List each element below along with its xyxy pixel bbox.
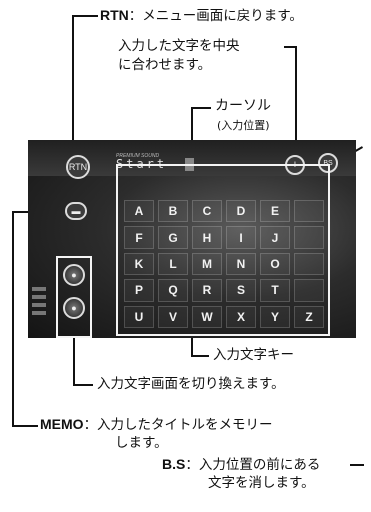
keyboard-grid: ABCDE FGHIJ KLMNO PQRST UVWXYZ (122, 198, 326, 330)
memo-leader-bottom (12, 425, 38, 427)
bs-leader-h (350, 464, 364, 466)
key-blank-11 (294, 226, 324, 249)
center-leader-v (295, 46, 297, 146)
side-indicator-2 (32, 295, 46, 299)
key-t[interactable]: T (260, 279, 290, 302)
key-l[interactable]: L (158, 252, 188, 276)
cursor-leader-h (191, 107, 211, 109)
key-a[interactable]: A (124, 200, 154, 223)
key-i[interactable]: I (226, 226, 256, 249)
switch-button-upper[interactable]: ● (63, 264, 85, 286)
rtn-leader-h (72, 15, 98, 17)
memo-icon: ▬ (71, 206, 81, 216)
cursor-annotation: カーソル (215, 98, 271, 114)
key-o[interactable]: O (260, 252, 290, 276)
center-annotation-line2: に合わせます。 (118, 57, 212, 73)
switch-icon-lower: ● (71, 303, 77, 313)
key-v[interactable]: V (158, 305, 188, 328)
key-d[interactable]: D (226, 200, 256, 223)
switch-icon-upper: ● (71, 270, 77, 280)
key-c[interactable]: C (192, 200, 222, 223)
rtn-leader-v (72, 15, 74, 155)
key-j[interactable]: J (260, 226, 290, 249)
key-g[interactable]: G (158, 226, 188, 249)
key-y[interactable]: Y (260, 305, 290, 328)
keys-annotation: 入力文字キー (213, 347, 294, 363)
switch-button-lower[interactable]: ● (63, 297, 85, 319)
memo-desc: ：入力したタイトルをメモリー (83, 417, 273, 433)
rtn-key-label: RTN (100, 7, 129, 23)
key-blank-17 (294, 252, 324, 276)
key-n[interactable]: N (226, 252, 256, 276)
switch-leader-v (73, 332, 75, 385)
key-blank-23 (294, 279, 324, 302)
key-h[interactable]: H (192, 226, 222, 249)
side-indicator-1 (32, 287, 46, 291)
memo-key-label: MEMO (40, 416, 84, 432)
side-indicator-3 (32, 303, 46, 307)
key-f[interactable]: F (124, 226, 154, 249)
center-annotation-line1: 入力した文字を中央 (118, 38, 240, 54)
key-u[interactable]: U (124, 305, 154, 328)
cursor-sub-annotation: (入力位置) (217, 119, 270, 132)
key-k[interactable]: K (124, 252, 154, 276)
keys-leader-v (191, 336, 193, 356)
rtn-desc: ：メニュー画面に戻ります。 (128, 8, 303, 24)
bs-desc: ：入力位置の前にある (185, 457, 321, 473)
rtn-button[interactable]: RTN (66, 155, 90, 179)
keys-leader-h (191, 355, 209, 357)
memo-button[interactable]: ▬ (65, 202, 87, 220)
switch-annotation: 入力文字画面を切り換えます。 (97, 376, 285, 392)
key-w[interactable]: W (192, 305, 222, 328)
key-p[interactable]: P (124, 279, 154, 302)
key-s[interactable]: S (226, 279, 256, 302)
switch-leader-h (73, 384, 93, 386)
rtn-annotation: RTN：メニュー画面に戻ります。 (100, 7, 303, 25)
bs-key-label: B.S (162, 456, 186, 472)
device-screen: PREMIUM SOUND Start RTN + BS ▬ ● ● ABCDE… (28, 140, 356, 338)
bs-annotation: B.S：入力位置の前にある (162, 456, 320, 474)
key-r[interactable]: R (192, 279, 222, 302)
key-b[interactable]: B (158, 200, 188, 223)
memo-annotation: MEMO：入力したタイトルをメモリー (40, 416, 273, 434)
bs-annotation-line2: 文字を消します。 (208, 475, 315, 491)
side-indicator-4 (32, 311, 46, 315)
key-e[interactable]: E (260, 200, 290, 223)
key-z[interactable]: Z (294, 305, 324, 328)
key-m[interactable]: M (192, 252, 222, 276)
memo-leader-v (12, 211, 14, 426)
memo-annotation-line2: します。 (115, 435, 168, 451)
rtn-button-label: RTN (68, 162, 88, 172)
key-blank-5 (294, 200, 324, 223)
key-x[interactable]: X (226, 305, 256, 328)
key-q[interactable]: Q (158, 279, 188, 302)
